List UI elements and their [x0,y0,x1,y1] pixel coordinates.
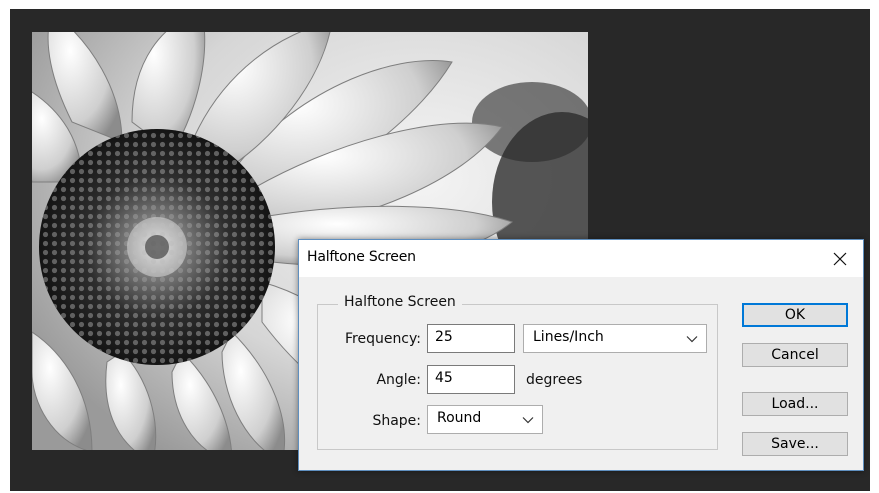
chevron-down-icon [522,417,534,424]
shape-value: Round [437,410,482,426]
angle-input[interactable]: 45 [427,365,515,394]
shape-select[interactable]: Round [427,405,543,434]
halftone-screen-dialog: Halftone Screen Halftone Screen Frequenc… [298,239,864,471]
cancel-button[interactable]: Cancel [742,343,848,367]
angle-unit-label: degrees [526,372,583,388]
save-button[interactable]: Save... [742,432,848,456]
frequency-unit-select[interactable]: Lines/Inch [523,324,707,353]
shape-label: Shape: [372,413,421,429]
close-button[interactable] [817,240,863,277]
angle-label: Angle: [376,372,421,388]
frequency-label: Frequency: [344,331,421,347]
load-button[interactable]: Load... [742,392,848,416]
chevron-down-icon [686,336,698,343]
group-label: Halftone Screen [338,294,462,310]
ok-button[interactable]: OK [742,303,848,327]
frequency-unit-value: Lines/Inch [533,329,604,345]
dialog-titlebar[interactable]: Halftone Screen [299,240,863,277]
close-icon [833,252,847,265]
frequency-input[interactable]: 25 [427,324,515,353]
dialog-title: Halftone Screen [307,249,416,265]
